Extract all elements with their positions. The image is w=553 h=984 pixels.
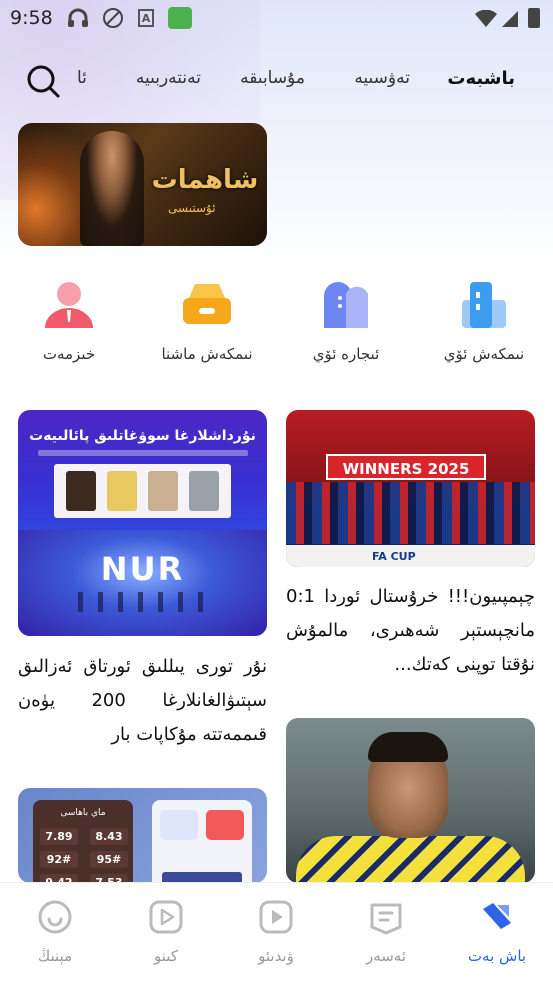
status-time: 9:58 [10, 7, 53, 29]
app-panel-title: ماي باھاسى [60, 808, 106, 818]
nur-logo: NUR [100, 550, 185, 588]
service-car-sale[interactable]: نىمكەش ماشنا [147, 278, 267, 368]
search-icon[interactable] [25, 63, 61, 99]
nur-products [54, 464, 231, 518]
quick-services: نىمكەش ئۆي ئىجارە ئۆي نىمكەش ماشنا خىزمە… [0, 278, 553, 368]
feed-image-player[interactable] [286, 718, 535, 883]
feed-image-nur[interactable]: نۇرداشلارغا سوۋغاتلىق پائالىيەت NUR [18, 410, 267, 636]
feed-title-football[interactable]: چېمپىيون!!! خرۇستال ئوردا 0:1 مانچېستېر … [286, 580, 535, 682]
car-icon [183, 284, 231, 324]
person-icon [45, 282, 93, 328]
nav-home[interactable]: باش بەت [442, 883, 552, 984]
wifi-icon [475, 10, 497, 27]
fa-cup-text: FA CUP [372, 550, 416, 563]
nur-header: نۇرداشلارغا سوۋغاتلىق پائالىيەت [29, 428, 256, 444]
nav-movie[interactable]: كىنو [111, 883, 221, 984]
team-crowd [286, 482, 535, 544]
fuel-price: 8.43 [90, 828, 128, 845]
fuel-grade: 95# [90, 851, 128, 868]
signal-icon [502, 11, 518, 27]
product-item [65, 471, 96, 511]
feed-title-nur[interactable]: نۇر تورى يىللىق ئورتاق ئەزالىق سېتىۋالغا… [18, 650, 267, 752]
nav-label: ۋىدىئو [258, 947, 294, 965]
nav-works[interactable]: ئەسەر [331, 883, 441, 984]
a-icon: A [138, 9, 154, 27]
tab-sports[interactable]: تەنتەربىيە [136, 68, 201, 88]
player-shirt [296, 836, 525, 883]
video-icon [259, 900, 293, 934]
app-tile [160, 810, 198, 840]
banner-subtitle: ئۇستىسى [168, 201, 216, 215]
disabled-icon [103, 8, 123, 28]
feed-image-football[interactable]: WINNERS 2025 FA CUP [286, 410, 535, 567]
feed-image-app[interactable]: ماي باھاسى 7.89 8.43 92# 95# 9.42 7.53 [18, 788, 267, 883]
battery-icon [528, 8, 540, 28]
nav-label: ئەسەر [365, 947, 407, 965]
nur-runners [78, 592, 208, 612]
service-house-sale[interactable]: نىمكەش ئۆي [424, 278, 544, 368]
profile-icon [38, 900, 72, 934]
service-label: نىمكەش ماشنا [161, 345, 253, 363]
home-icon [483, 903, 511, 929]
banner-title: شاھمات [151, 165, 259, 195]
fuel-price: 7.89 [40, 828, 78, 845]
service-house-rent[interactable]: ئىجارە ئۆي [286, 278, 406, 368]
product-item [106, 471, 137, 511]
building-icon [462, 282, 506, 328]
status-bar: 9:58 A [0, 0, 553, 36]
tab-match[interactable]: مۇسابىقە [240, 68, 305, 88]
nav-profile[interactable]: مېنىڭ [0, 883, 110, 984]
banner-person [80, 131, 144, 246]
service-jobs[interactable]: خىزمەت [9, 278, 129, 368]
nav-label: باش بەت [467, 947, 527, 965]
bottom-nav: باش بەت ئەسەر ۋىدىئو كىنو مېنىڭ [0, 882, 553, 984]
winners-banner: WINNERS 2025 [326, 454, 486, 480]
nav-label: مېنىڭ [37, 947, 73, 965]
player-hair [368, 732, 448, 762]
book-icon [370, 903, 402, 935]
headset-icon [68, 8, 88, 27]
service-label: نىمكەش ئۆي [443, 345, 525, 363]
service-label: خىزمەت [42, 345, 96, 363]
product-item [148, 471, 179, 511]
fuel-grade: 92# [40, 851, 78, 868]
app-icon [168, 7, 192, 29]
app-tile [206, 810, 244, 840]
service-label: ئىجارە ئۆي [312, 345, 380, 363]
top-nav: باشبەت تەۋسىيە مۇسابىقە تەنتەربىيە ئا [0, 58, 553, 102]
tab-recommend[interactable]: تەۋسىيە [354, 68, 410, 88]
nav-video[interactable]: ۋىدىئو [221, 883, 331, 984]
fuel-price-grid: 7.89 8.43 92# 95# 9.42 7.53 [40, 828, 128, 883]
tab-home[interactable]: باشبەت [447, 68, 515, 89]
house-icon [324, 282, 368, 328]
movie-icon [149, 900, 183, 934]
promo-banner[interactable]: شاھمات ئۇستىسى [18, 123, 267, 246]
nav-label: كىنو [154, 947, 178, 965]
product-item [189, 471, 220, 511]
tab-more[interactable]: ئا [77, 68, 87, 88]
nur-subtext [38, 450, 248, 456]
